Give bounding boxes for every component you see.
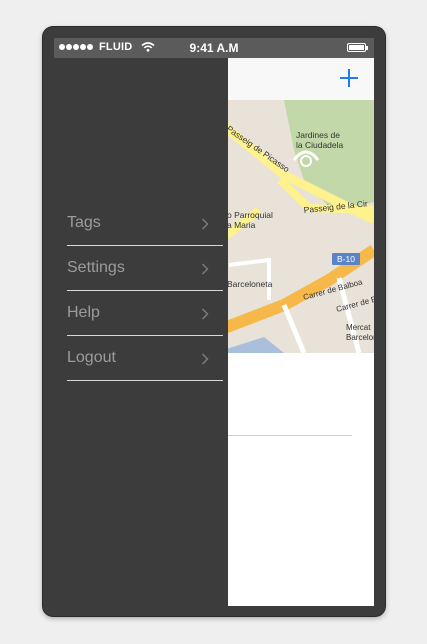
- status-bar: FLUID 9:41 A.M: [54, 38, 374, 58]
- chevron-right-icon: [201, 263, 209, 275]
- menu-item-tags[interactable]: Tags: [67, 201, 223, 246]
- menu-item-label: Logout: [67, 349, 116, 366]
- menu-item-label: Help: [67, 304, 100, 321]
- chevron-right-icon: [201, 353, 209, 365]
- side-menu-list: Tags Settings Help Logout: [67, 201, 223, 381]
- status-time: 9:41 A.M: [189, 41, 239, 55]
- menu-item-label: Settings: [67, 259, 125, 276]
- map-road-badge: B-10: [332, 253, 360, 265]
- phone-screen: FLUID 9:41 A.M gs: [54, 38, 374, 606]
- menu-item-help[interactable]: Help: [67, 291, 223, 336]
- side-menu: Tags Settings Help Logout: [54, 58, 228, 606]
- menu-item-logout[interactable]: Logout: [67, 336, 223, 381]
- chevron-right-icon: [201, 308, 209, 320]
- content-divider: [214, 435, 352, 436]
- map-label-mercat: MercatBarcelon: [346, 323, 374, 342]
- menu-item-label: Tags: [67, 214, 101, 231]
- map-label-barceloneta: Barceloneta: [227, 279, 273, 289]
- menu-item-settings[interactable]: Settings: [67, 246, 223, 291]
- plus-icon[interactable]: [338, 67, 360, 89]
- svg-text:B-10: B-10: [337, 254, 355, 264]
- map-label-park: Jardines de la Ciudadela: [296, 130, 344, 150]
- chevron-right-icon: [201, 218, 209, 230]
- battery-icon: [347, 43, 368, 52]
